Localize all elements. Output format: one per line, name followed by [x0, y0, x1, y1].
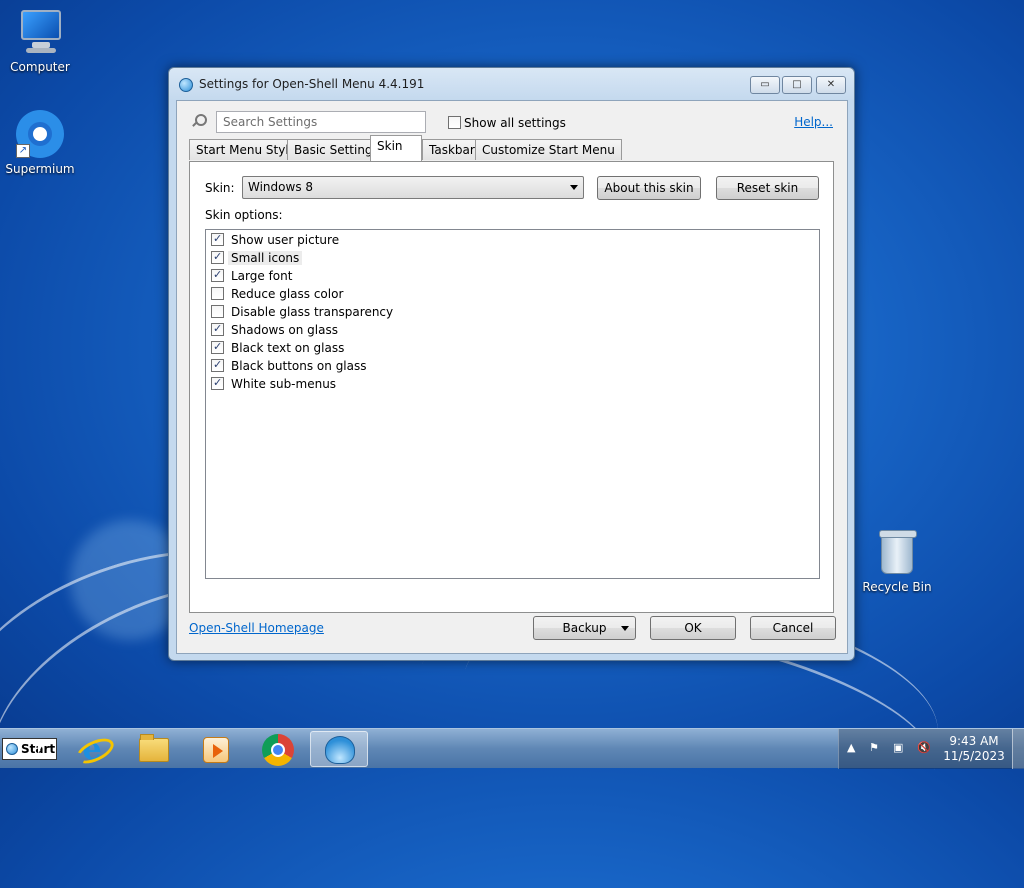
show-all-label: Show all settings — [464, 115, 566, 130]
ok-button[interactable]: OK — [650, 616, 736, 640]
system-clock[interactable]: 9:43 AM 11/5/2023 — [939, 734, 1009, 764]
skin-option-reduce-glass-color[interactable]: Reduce glass color — [211, 286, 343, 303]
skin-options-list: Show user picture Small icons Large font… — [205, 229, 820, 579]
taskbar-app-open-shell-settings[interactable] — [310, 731, 368, 767]
window-title: Settings for Open-Shell Menu 4.4.191 — [199, 77, 425, 91]
skin-option-black-buttons-on-glass[interactable]: Black buttons on glass — [211, 358, 367, 375]
dropdown-arrow-icon — [621, 626, 629, 631]
checkbox-unchecked[interactable] — [211, 287, 224, 300]
start-button[interactable]: Start — [2, 738, 57, 760]
open-shell-homepage-link[interactable]: Open-Shell Homepage — [189, 621, 324, 635]
search-input[interactable]: Search Settings — [216, 111, 426, 133]
skin-option-large-font[interactable]: Large font — [211, 268, 292, 285]
title-bar[interactable]: Settings for Open-Shell Menu 4.4.191 ▭ □… — [169, 68, 854, 100]
mouse-cursor-icon — [38, 740, 45, 754]
skin-option-disable-glass-transparency[interactable]: Disable glass transparency — [211, 304, 393, 321]
media-player-icon — [203, 737, 229, 763]
option-label: Small icons — [228, 250, 303, 265]
checkbox-checked[interactable] — [211, 268, 224, 282]
file-explorer-icon — [139, 734, 169, 762]
tab-taskbar[interactable]: Taskbar — [422, 139, 482, 160]
option-label: Black text on glass — [231, 340, 345, 355]
option-label: Show user picture — [231, 232, 340, 247]
skin-option-shadows-on-glass[interactable]: Shadows on glass — [211, 322, 338, 339]
clock-date: 11/5/2023 — [943, 749, 1005, 763]
checkbox-checked[interactable] — [211, 340, 224, 354]
open-shell-icon — [325, 736, 355, 764]
action-center-flag-icon[interactable]: ⚑ — [869, 741, 879, 754]
search-icon — [191, 114, 207, 128]
checkbox-checked[interactable] — [211, 250, 224, 264]
skin-option-show-user-picture[interactable]: Show user picture — [211, 232, 339, 249]
supermium-icon: ↗ — [16, 110, 64, 158]
checkbox-checked[interactable] — [211, 358, 224, 372]
checkbox-checked[interactable] — [211, 232, 224, 246]
show-desktop-button[interactable] — [1012, 729, 1024, 769]
cancel-button[interactable]: Cancel — [750, 616, 836, 640]
option-label: Disable glass transparency — [231, 304, 394, 319]
recycle-bin-icon — [873, 528, 921, 576]
window-client: Search Settings Show all settings Help..… — [176, 100, 848, 654]
open-shell-orb-icon — [6, 743, 18, 755]
maximize-button[interactable]: □ — [782, 76, 812, 94]
show-hidden-icons-chevron-icon[interactable]: ▲ — [847, 741, 855, 754]
desktop-icon-recycle-bin[interactable]: Recycle Bin — [857, 528, 937, 594]
internet-explorer-icon: e — [77, 735, 107, 765]
settings-window: Settings for Open-Shell Menu 4.4.191 ▭ □… — [168, 67, 855, 661]
taskbar-app-chrome[interactable] — [248, 731, 306, 767]
option-label: Large font — [231, 268, 293, 283]
skin-option-black-text-on-glass[interactable]: Black text on glass — [211, 340, 344, 357]
option-label: Shadows on glass — [231, 322, 338, 337]
skin-option-small-icons[interactable]: Small icons — [211, 250, 303, 267]
skin-dropdown[interactable]: Windows 8 — [242, 176, 584, 199]
tab-start-menu-style[interactable]: Start Menu Style — [189, 139, 304, 160]
close-button[interactable]: ✕ — [816, 76, 846, 94]
checkbox-checked[interactable] — [211, 376, 224, 390]
desktop-icon-supermium[interactable]: ↗ Supermium — [0, 110, 80, 176]
dropdown-arrow-icon — [570, 185, 578, 190]
checkbox-checked[interactable] — [211, 322, 224, 336]
skin-option-white-sub-menus[interactable]: White sub-menus — [211, 376, 336, 393]
notification-area: ▲ ⚑ ▣ 🔇 9:43 AM 11/5/2023 — [838, 729, 1024, 769]
taskbar-app-media-player[interactable] — [186, 731, 244, 767]
show-all-settings-checkbox[interactable]: Show all settings — [448, 115, 566, 130]
backup-label: Backup — [562, 621, 607, 635]
option-label: Black buttons on glass — [231, 358, 367, 373]
skin-options-label: Skin options: — [205, 208, 283, 222]
taskbar: Start e ▲ ⚑ ▣ 🔇 9:43 AM 11/5/2023 — [0, 728, 1024, 769]
help-link[interactable]: Help... — [794, 115, 833, 129]
clock-time: 9:43 AM — [949, 734, 999, 748]
reset-skin-button[interactable]: Reset skin — [716, 176, 819, 200]
skin-label: Skin: — [205, 181, 235, 195]
network-icon[interactable]: ▣ — [893, 741, 903, 754]
checkbox-unchecked[interactable] — [211, 305, 224, 318]
taskbar-app-file-explorer[interactable] — [124, 731, 182, 767]
desktop-icon-computer[interactable]: Computer — [0, 8, 80, 74]
desktop-icon-label: Recycle Bin — [862, 580, 932, 594]
option-label: Reduce glass color — [231, 286, 344, 301]
chrome-icon — [262, 734, 294, 766]
desktop-icon-label: Computer — [10, 60, 70, 74]
volume-muted-icon[interactable]: 🔇 — [917, 741, 931, 754]
taskbar-app-internet-explorer[interactable]: e — [62, 731, 120, 767]
backup-button[interactable]: Backup — [533, 616, 636, 640]
skin-dropdown-value: Windows 8 — [248, 180, 314, 194]
option-label: White sub-menus — [231, 376, 337, 391]
computer-icon — [16, 8, 64, 56]
minimize-button[interactable]: ▭ — [750, 76, 780, 94]
open-shell-icon — [179, 78, 193, 92]
tab-customize-start-menu[interactable]: Customize Start Menu — [475, 139, 622, 160]
checkbox-box[interactable] — [448, 116, 461, 129]
skin-tab-panel: Skin: Windows 8 About this skin Reset sk… — [189, 161, 834, 613]
about-skin-button[interactable]: About this skin — [597, 176, 701, 200]
desktop-icon-label: Supermium — [5, 162, 75, 176]
tab-skin[interactable]: Skin — [370, 135, 422, 161]
